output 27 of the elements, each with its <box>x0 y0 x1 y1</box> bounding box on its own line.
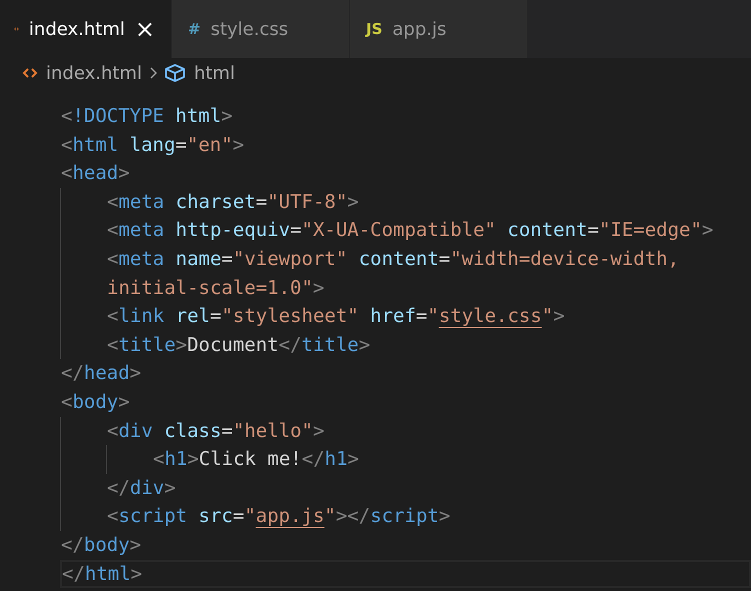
code-line: initial-scale=1.0"> <box>107 276 326 301</box>
chevron-right-icon <box>148 66 158 80</box>
editor-tab[interactable]: index.html × <box>0 0 172 58</box>
code-line: <script src="app.js"></script> <box>107 504 452 530</box>
code-line: <html lang="en"> <box>61 132 246 158</box>
editor-tab[interactable]: JS app.js <box>350 0 528 58</box>
code-line: <meta http-equiv="X-UA-Compatible" content="IE=edge"> <box>107 218 714 244</box>
code-line: <h1>Click me!</h1> <box>153 447 360 472</box>
angle-brackets-icon <box>22 66 38 80</box>
code-line: <head> <box>61 161 131 186</box>
close-icon[interactable]: × <box>134 15 155 43</box>
code-line: <div class="hello"> <box>107 418 326 444</box>
breadcrumb-item[interactable]: index.html <box>22 62 142 84</box>
editor-tab[interactable]: # style.css <box>172 0 350 58</box>
code-line: <meta charset="UTF-8"> <box>107 190 360 215</box>
code-line: </head> <box>61 361 142 386</box>
file-type-icon: JS <box>366 20 382 38</box>
code-line: <meta name="viewport" content="width=device-width, <box>107 246 680 272</box>
code-line: <!DOCTYPE html> <box>61 104 234 129</box>
code-line: <body> <box>61 390 131 415</box>
breadcrumb-item[interactable]: html <box>164 62 235 84</box>
file-type-icon: # <box>188 20 201 38</box>
code-line: <title>Document</title> <box>107 332 372 358</box>
cube-icon <box>164 63 186 83</box>
code-line: </div> <box>107 476 177 501</box>
code-line: <link rel="stylesheet" href="style.css"> <box>107 304 566 330</box>
code-line: </body> <box>61 532 142 558</box>
